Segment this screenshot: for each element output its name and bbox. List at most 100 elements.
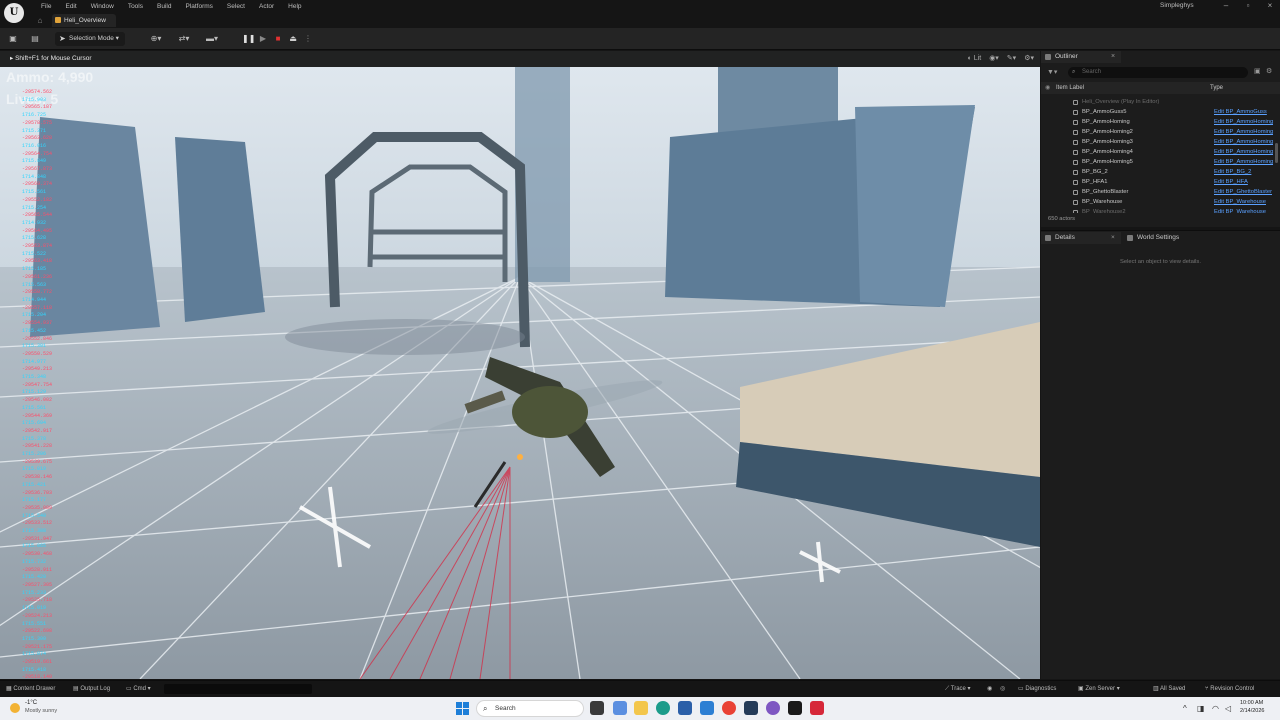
column-type[interactable]: Type [1210,82,1223,94]
cinematics-icon[interactable]: ▬▾ [202,32,222,46]
volume-icon[interactable]: ◁ [1225,697,1231,720]
outliner-scrollbar[interactable] [1275,143,1278,163]
outliner-row-label: BP_AmmoHoming2 [1082,129,1133,135]
tab-heli-overview[interactable]: Heli_Overview [52,14,116,27]
content-drawer-button[interactable]: ▦ Content Drawer [6,681,55,697]
outliner-row[interactable]: BP_AmmoHoming5 Edit BP_AmmoHoming [1041,157,1273,167]
menu-actor[interactable]: Actor [252,1,281,12]
menu-select[interactable]: Select [220,1,252,12]
menu-help[interactable]: Help [281,1,308,12]
windows-start-icon[interactable] [456,702,469,715]
outliner-row[interactable]: BP_AmmoHoming4 Edit BP_AmmoHoming [1041,147,1273,157]
console-command-input[interactable] [164,684,312,694]
edit-blueprint-link[interactable]: Edit BP_Warehouse [1214,207,1266,213]
tray-chevron-icon[interactable]: ^ [1183,697,1187,720]
mail-icon[interactable] [700,701,714,715]
edit-blueprint-link[interactable]: Edit BP_GhettoBlaster [1214,187,1272,197]
add-folder-icon[interactable]: ▣ [1254,67,1261,75]
filter-icon[interactable]: ▼▾ [1047,67,1057,78]
all-saved-button[interactable]: ▥ All Saved [1153,681,1185,697]
trace-button[interactable]: ⟋ Trace ▾ [945,681,971,697]
copilot-icon[interactable] [613,701,627,715]
level-viewport[interactable]: ▸ Shift+F1 for Mouse Cursor ◐ Lit ◉▾ ✎▾ … [0,51,1040,679]
visibility-icon[interactable]: ◉ [1045,82,1050,94]
edit-blueprint-link[interactable]: Edit BP_HFA [1214,177,1248,187]
tab-details[interactable]: Details × [1041,232,1121,244]
cmd-dropdown[interactable]: ▭ Cmd ▾ [126,681,151,697]
viewport-options: ◐ Lit ◉▾ ✎▾ ⚙▾ [968,53,1034,65]
eject-icon[interactable]: ⏏ [287,32,299,46]
more-options-icon[interactable]: ⋮ [302,32,314,46]
content-browser-icon[interactable]: ▤ [28,32,42,46]
edge-icon[interactable] [656,701,670,715]
unreal-engine-icon[interactable] [788,701,802,715]
minimize-icon[interactable]: – [1215,0,1237,12]
edit-blueprint-link[interactable]: Edit BP_BG_2 [1214,167,1251,177]
close-icon[interactable]: × [1111,51,1115,63]
maximize-icon[interactable]: ▫ [1237,0,1259,12]
camera-icon[interactable]: ✎▾ [1007,53,1016,65]
close-icon[interactable]: × [1111,232,1115,244]
wifi-icon[interactable]: ◠ [1212,697,1219,720]
game-scene[interactable] [0,67,1040,679]
settings-icon[interactable]: ⚙▾ [1024,53,1034,65]
edit-blueprint-link[interactable]: Edit BP_Warehouse [1214,197,1266,207]
menu-window[interactable]: Window [84,1,121,12]
edit-blueprint-link[interactable]: Edit BP_AmmoHoming [1214,127,1273,137]
revision-control-button[interactable]: ⑂ Revision Control [1205,681,1254,697]
selection-mode-dropdown[interactable]: ➤ Selection Mode ▾ [55,32,125,46]
outliner-row[interactable]: BP_AmmoHoming3 Edit BP_AmmoHoming [1041,137,1273,147]
view-mode-button[interactable]: ◐ Lit [968,53,982,65]
screenshot-icon[interactable]: ◎ [1000,681,1005,697]
diagnostics-button[interactable]: ▭ Diagnostics [1018,681,1056,697]
add-actor-icon[interactable]: ⊕▾ [146,32,166,46]
edit-blueprint-link[interactable]: Edit BP_AmmoHoming [1214,137,1273,147]
menu-platforms[interactable]: Platforms [178,1,219,12]
output-log-button[interactable]: ▤ Output Log [73,681,110,697]
unreal-logo-icon[interactable]: U [4,3,24,23]
menu-tools[interactable]: Tools [121,1,150,12]
tray-app-icon[interactable]: ◨ [1197,697,1205,720]
outliner-row[interactable]: BP_BG_2 Edit BP_BG_2 [1041,167,1273,177]
outliner-row[interactable]: BP_Warehouse Edit BP_Warehouse [1041,197,1273,207]
edit-blueprint-link[interactable]: Edit BP_AmmoGuss [1214,107,1267,117]
edit-blueprint-link[interactable]: Edit BP_AmmoHoming [1214,117,1273,127]
stop-icon[interactable]: ■ [272,32,284,46]
discord-icon[interactable] [766,701,780,715]
settings-icon[interactable]: ⚙ [1266,67,1272,75]
show-flags-icon[interactable]: ◉▾ [989,53,999,65]
outliner-row[interactable]: BP_Warehouse2 Edit BP_Warehouse [1041,207,1273,213]
edit-blueprint-link[interactable]: Edit BP_AmmoHoming [1214,157,1273,167]
edit-blueprint-link[interactable]: Edit BP_AmmoHoming [1214,147,1273,157]
home-icon[interactable]: ⌂ [34,15,46,27]
tab-outliner[interactable]: Outliner × [1041,51,1121,63]
close-icon[interactable]: × [1259,0,1280,12]
pause-icon[interactable]: ❚❚ [242,32,255,46]
chrome-icon[interactable] [722,701,736,715]
outliner-row[interactable]: BP_AmmoHoming2 Edit BP_AmmoHoming [1041,127,1273,137]
outliner-row[interactable]: BP_AmmoGuss5 Edit BP_AmmoGuss [1041,107,1273,117]
outliner-search-input[interactable]: ⌕ Search [1068,67,1248,78]
debug-log-line: -29533.512 [22,520,53,527]
taskbar-search-input[interactable]: ⌕ Search [476,700,584,717]
save-icon[interactable]: ▣ [6,32,20,46]
outliner-row[interactable]: Heli_Overview (Play In Editor) [1041,97,1273,107]
outliner-row[interactable]: BP_GhettoBlaster Edit BP_GhettoBlaster [1041,187,1273,197]
vscode-icon[interactable] [744,701,758,715]
column-item-label[interactable]: Item Label [1056,82,1084,94]
task-view-icon[interactable] [590,701,604,715]
outliner-row[interactable]: BP_HFA1 Edit BP_HFA [1041,177,1273,187]
outliner-row[interactable]: BP_AmmoHoming Edit BP_AmmoHoming [1041,117,1273,127]
menu-edit[interactable]: Edit [58,1,83,12]
tab-world-settings[interactable]: World Settings [1123,232,1213,244]
zen-server-button[interactable]: ▣ Zen Server ▾ [1078,681,1120,697]
record-icon[interactable]: ◉ [987,681,992,697]
blueprints-icon[interactable]: ⇄▾ [174,32,194,46]
weather-sun-icon[interactable] [10,703,20,713]
menu-file[interactable]: File [34,1,58,12]
game-app-icon[interactable] [810,701,824,715]
store-icon[interactable] [678,701,692,715]
step-icon[interactable]: ▶ [257,32,269,46]
file-explorer-icon[interactable] [634,701,648,715]
menu-build[interactable]: Build [150,1,178,12]
